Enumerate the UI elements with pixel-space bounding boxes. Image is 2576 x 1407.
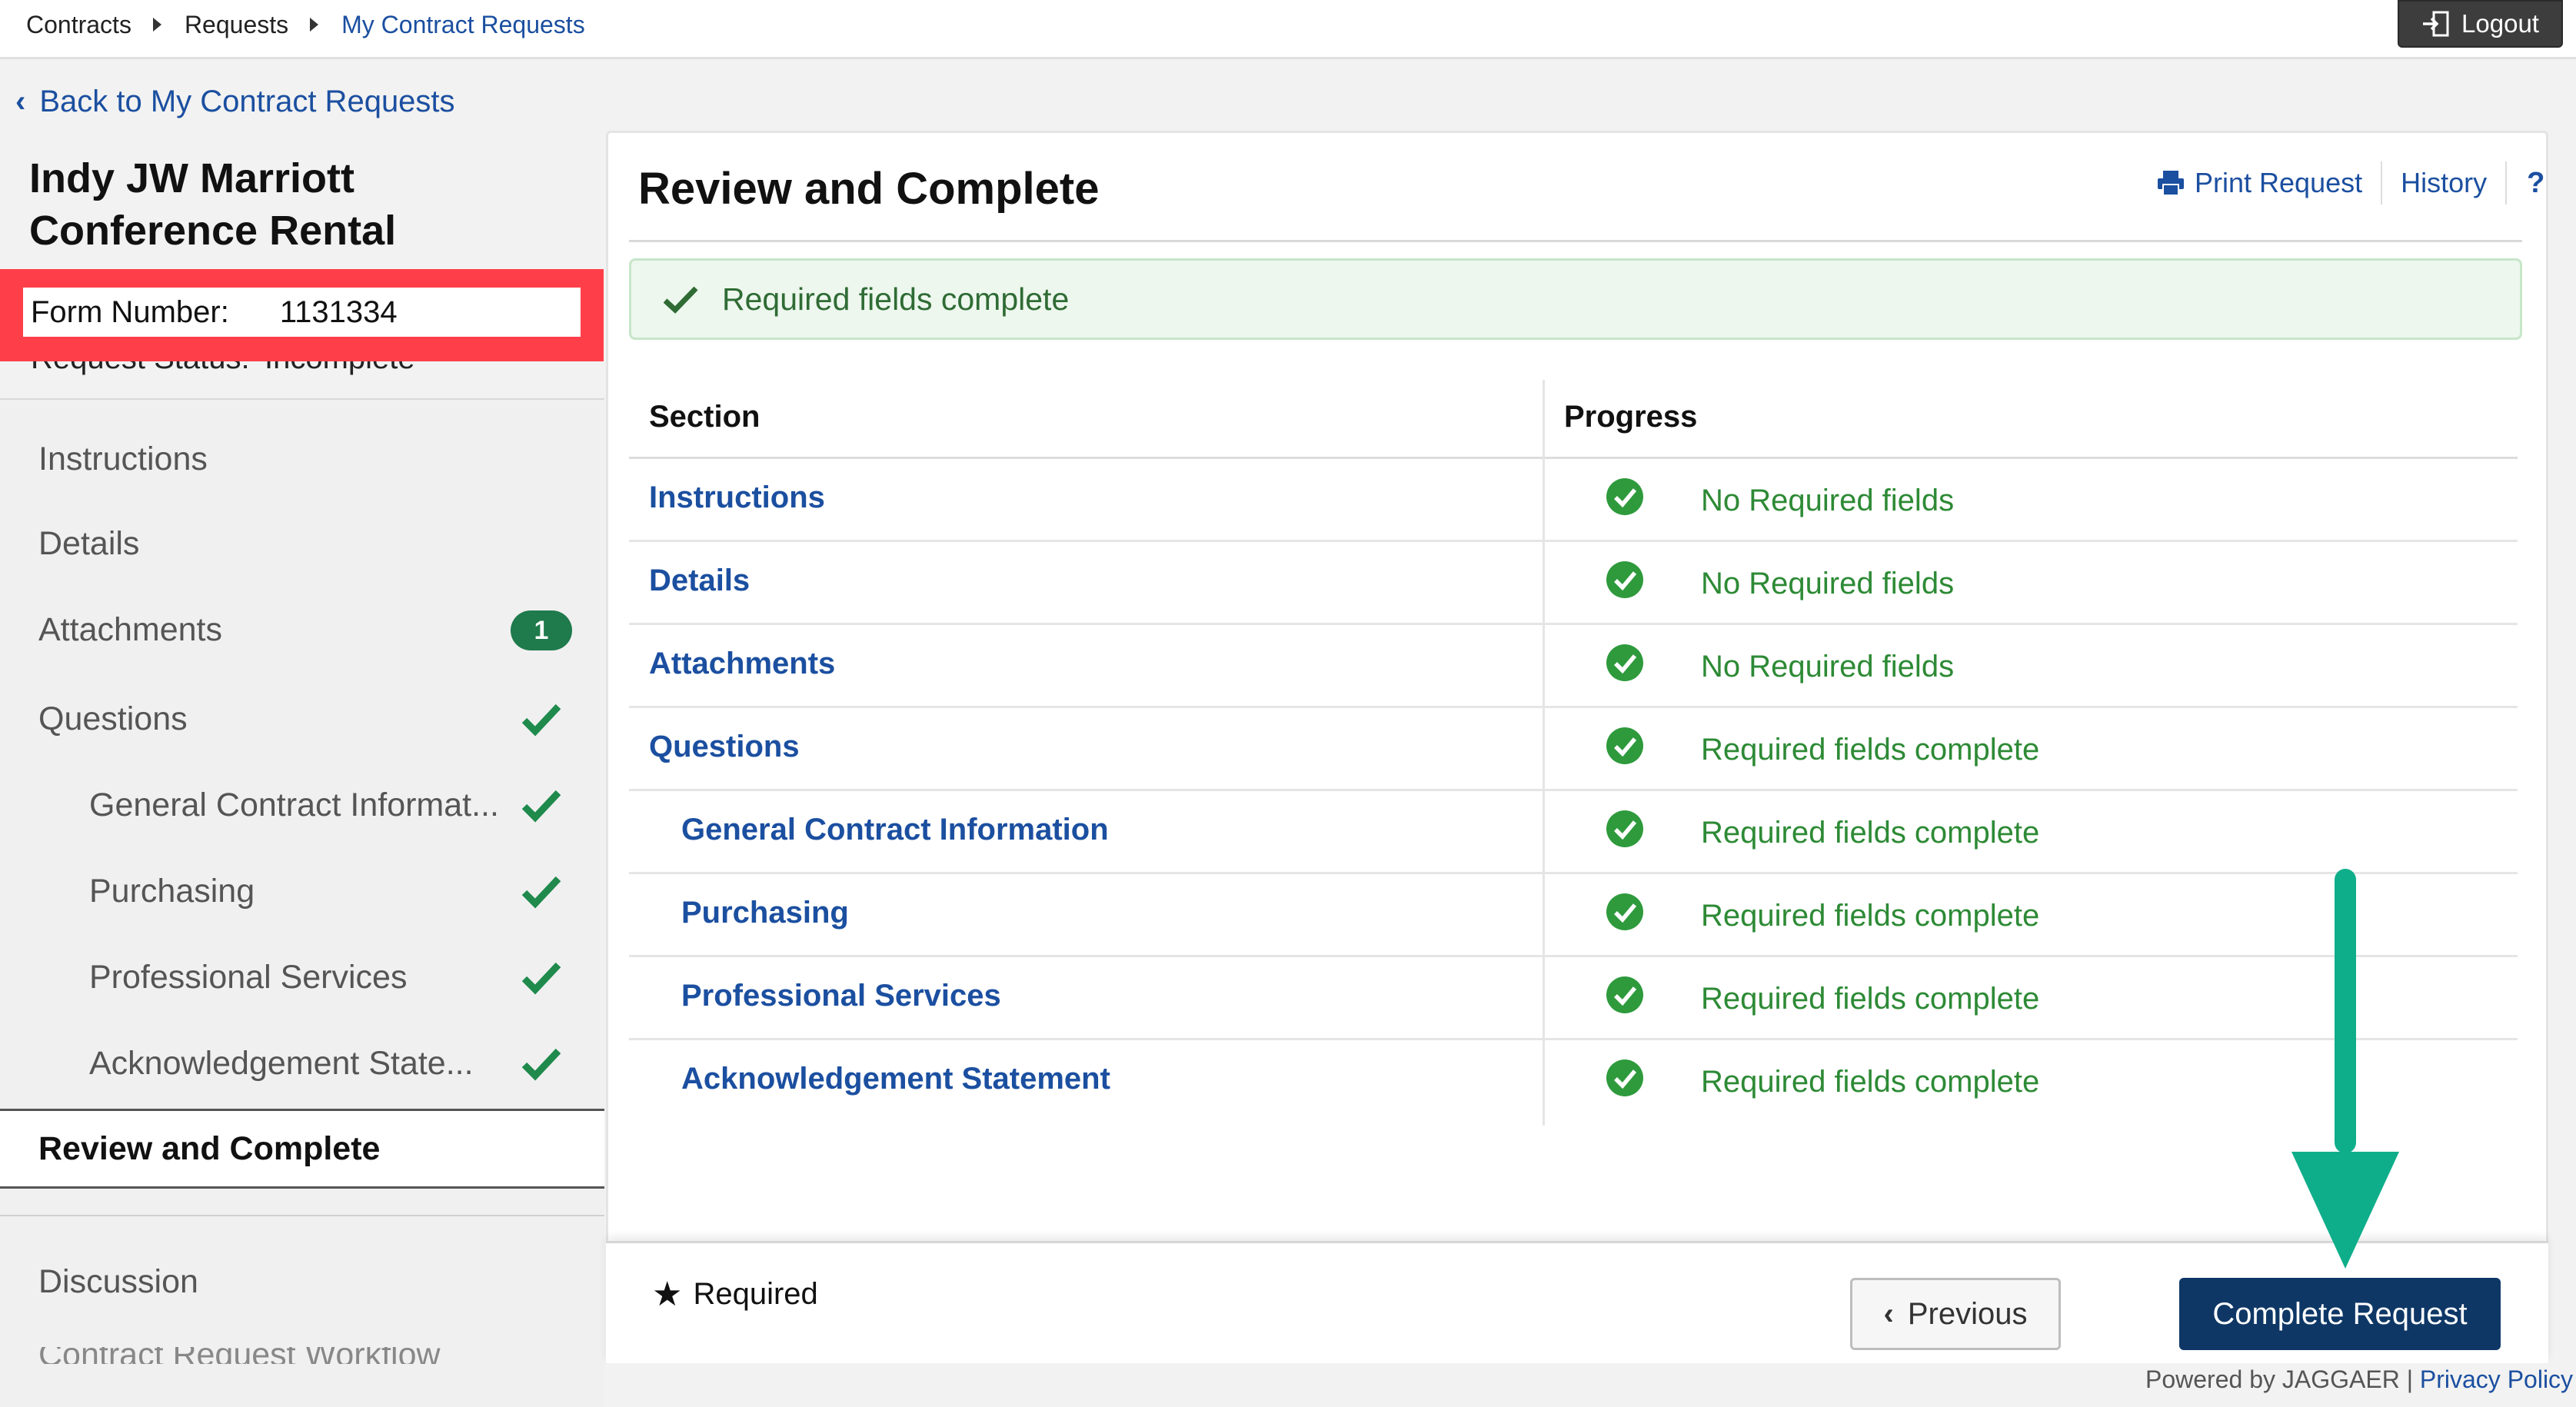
- progress-text: No Required fields: [1701, 567, 1955, 600]
- required-legend: ★ Required: [652, 1276, 818, 1313]
- nav-item-professional-services[interactable]: Professional Services: [0, 935, 604, 1019]
- check-circle-icon: [1606, 1059, 1643, 1096]
- section-link-acknowledgement-statement[interactable]: Acknowledgement Statement: [681, 1062, 1110, 1096]
- section-link-purchasing[interactable]: Purchasing: [681, 896, 849, 930]
- breadcrumb-requests[interactable]: Requests: [185, 8, 288, 42]
- breadcrumb-contracts[interactable]: Contracts: [26, 8, 131, 42]
- check-icon: [663, 286, 698, 314]
- section-link-general-contract-information[interactable]: General Contract Information: [681, 813, 1109, 847]
- section-link-details[interactable]: Details: [649, 564, 750, 598]
- check-icon: [521, 962, 561, 995]
- previous-button[interactable]: ‹ Previous: [1850, 1278, 2061, 1350]
- breadcrumb-my-contract-requests[interactable]: My Contract Requests: [341, 8, 585, 42]
- progress-text: Required fields complete: [1701, 733, 2040, 767]
- table-row: Purchasing Required fields complete: [629, 874, 2518, 957]
- form-number-value: 1131334: [279, 294, 398, 329]
- table-row: Attachments No Required fields: [629, 625, 2518, 708]
- table-row: General Contract Information Required fi…: [629, 791, 2518, 874]
- nav-item-questions[interactable]: Questions: [0, 677, 604, 761]
- logout-icon: [2423, 11, 2449, 37]
- check-circle-icon: [1606, 561, 1643, 598]
- completion-alert: Required fields complete: [629, 258, 2522, 340]
- progress-text: No Required fields: [1701, 484, 1955, 517]
- column-header-progress: Progress: [1564, 400, 1698, 434]
- check-circle-icon: [1606, 478, 1643, 515]
- section-link-questions[interactable]: Questions: [649, 730, 800, 764]
- page-title: Review and Complete: [638, 164, 1100, 214]
- nav-item-attachments[interactable]: Attachments 1: [0, 587, 604, 672]
- star-icon: ★: [652, 1276, 683, 1313]
- form-number: Form Number: 1131334: [23, 288, 581, 337]
- back-link[interactable]: ‹ Back to My Contract Requests: [15, 85, 455, 119]
- table-row: Professional Services Required fields co…: [629, 957, 2518, 1040]
- nav-item-review-and-complete[interactable]: Review and Complete: [0, 1109, 604, 1189]
- breadcrumb-separator-icon: [310, 18, 319, 32]
- check-icon: [521, 790, 561, 823]
- progress-text: Required fields complete: [1701, 816, 2040, 850]
- annotation-arrow-icon: [2291, 869, 2399, 1269]
- column-header-section: Section: [649, 400, 760, 434]
- logout-button[interactable]: Logout: [2398, 0, 2563, 48]
- check-circle-icon: [1606, 810, 1643, 847]
- powered-by: Powered by JAGGAER | Privacy Policy: [2145, 1365, 2574, 1393]
- print-request-link[interactable]: Print Request: [2138, 167, 2381, 199]
- table-row: Questions Required fields complete: [629, 708, 2518, 791]
- form-number-highlight: Form Number: 1131334: [0, 269, 604, 361]
- request-title: Indy JW Marriott Conference Rental: [29, 155, 397, 254]
- progress-text: Required fields complete: [1701, 982, 2040, 1016]
- progress-text: Required fields complete: [1701, 1065, 2040, 1099]
- nav-item-workflow[interactable]: Contract Request Workflow: [38, 1347, 441, 1364]
- privacy-policy-link[interactable]: Privacy Policy: [2420, 1365, 2573, 1393]
- chevron-left-icon: ‹: [1883, 1296, 1894, 1331]
- logout-label: Logout: [2461, 9, 2539, 38]
- breadcrumb-separator-icon: [152, 18, 161, 32]
- help-link[interactable]: ?: [2507, 167, 2564, 200]
- check-circle-icon: [1606, 644, 1643, 681]
- check-circle-icon: [1606, 893, 1643, 930]
- nav-item-discussion[interactable]: Discussion: [0, 1239, 604, 1324]
- top-bar: Contracts Requests My Contract Requests …: [0, 0, 2576, 59]
- printer-icon: [2158, 171, 2184, 196]
- complete-request-button[interactable]: Complete Request: [2179, 1278, 2501, 1350]
- back-link-label: Back to My Contract Requests: [39, 85, 455, 118]
- title-divider: [629, 240, 2522, 242]
- nav-divider: [0, 1215, 604, 1216]
- table-row: Instructions No Required fields: [629, 459, 2518, 542]
- nav-item-instructions[interactable]: Instructions: [0, 417, 604, 501]
- nav-item-general-contract-information[interactable]: General Contract Informat...: [0, 763, 604, 847]
- check-circle-icon: [1606, 976, 1643, 1013]
- check-circle-icon: [1606, 727, 1643, 764]
- table-row: Acknowledgement Statement Required field…: [629, 1040, 2518, 1123]
- nav-item-purchasing[interactable]: Purchasing: [0, 849, 604, 933]
- nav-item-acknowledgement-statement[interactable]: Acknowledgement State...: [0, 1021, 604, 1106]
- table-row: Details No Required fields: [629, 542, 2518, 625]
- section-link-instructions[interactable]: Instructions: [649, 481, 825, 515]
- section-link-professional-services[interactable]: Professional Services: [681, 979, 1001, 1013]
- form-number-label: Form Number:: [31, 294, 229, 329]
- check-icon: [521, 1048, 561, 1081]
- history-link[interactable]: History: [2382, 167, 2505, 199]
- progress-text: Required fields complete: [1701, 899, 2040, 933]
- breadcrumb: Contracts Requests My Contract Requests: [26, 8, 585, 42]
- table-header: Section Progress: [629, 380, 2518, 459]
- chevron-left-icon: ‹: [15, 85, 26, 118]
- alert-text: Required fields complete: [722, 281, 1070, 317]
- check-icon: [521, 704, 561, 737]
- attachments-count-badge: 1: [511, 610, 572, 650]
- panel-actions: Print Request History ?: [2138, 161, 2564, 205]
- progress-text: No Required fields: [1701, 650, 1955, 684]
- nav-item-details[interactable]: Details: [0, 501, 604, 586]
- section-link-attachments[interactable]: Attachments: [649, 647, 835, 681]
- check-icon: [521, 876, 561, 909]
